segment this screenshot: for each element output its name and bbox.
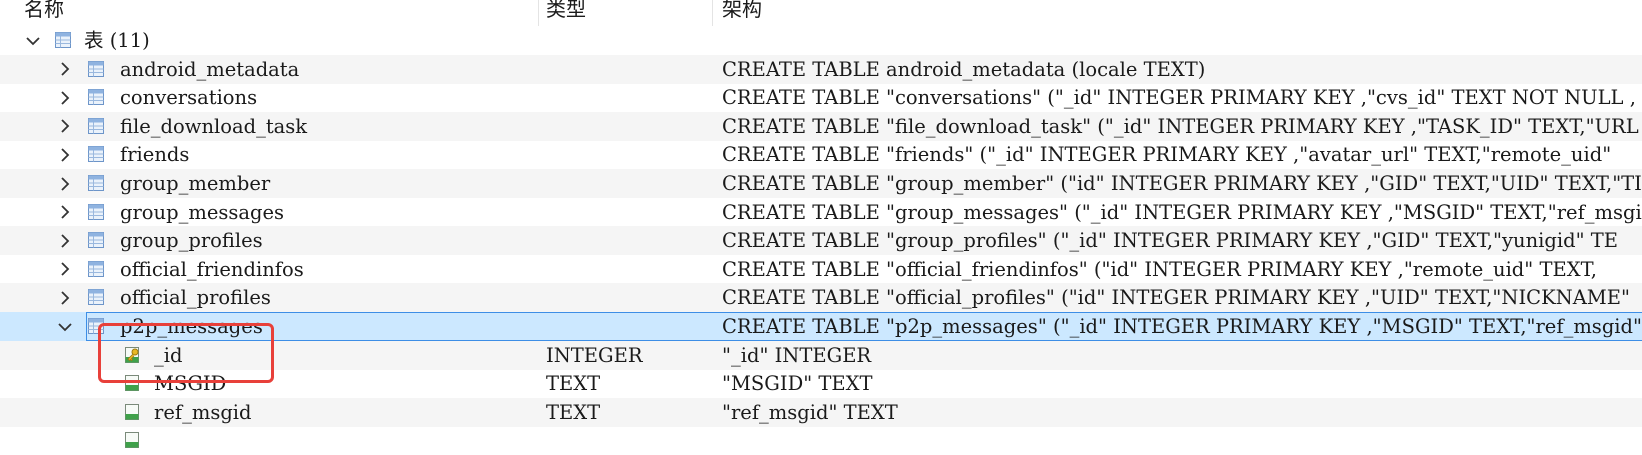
column-name: ref_msgid	[154, 400, 252, 424]
tree-table-row[interactable]: android_metadata CREATE TABLE android_met…	[0, 54, 1642, 84]
table-name: official_profiles	[120, 286, 271, 310]
column-icon	[124, 432, 140, 449]
chevron-right-icon[interactable]	[56, 283, 74, 312]
table-icon	[88, 60, 104, 77]
table-schema: CREATE TABLE "friends" ("_id" INTEGER PR…	[722, 143, 1612, 167]
tree-table-row[interactable]: file_download_task CREATE TABLE "file_dow…	[0, 111, 1642, 141]
table-schema: CREATE TABLE "conversations" ("_id" INTE…	[722, 86, 1636, 110]
table-name: group_messages	[120, 200, 285, 224]
tree-table-row[interactable]: conversations CREATE TABLE "conversations…	[0, 83, 1642, 112]
tree-table-row[interactable]: official_friendinfos CREATE TABLE "offici…	[0, 255, 1642, 284]
tree-table-row[interactable]: group_messages CREATE TABLE "group_messag…	[0, 198, 1642, 227]
table-group-icon	[55, 32, 71, 48]
table-schema: CREATE TABLE "official_friendinfos" ("id…	[722, 257, 1597, 281]
column-schema: "ref_msgid" TEXT	[722, 400, 898, 424]
table-icon	[88, 203, 104, 220]
table-schema: CREATE TABLE "p2p_messages" ("_id" INTEG…	[722, 315, 1642, 338]
chevron-down-icon[interactable]	[24, 26, 42, 55]
table-schema: CREATE TABLE "group_member" ("id" INTEGE…	[722, 172, 1642, 195]
column-header: 名称 类型 架构	[0, 0, 1642, 26]
column-resize-handle[interactable]	[712, 0, 713, 26]
table-name: group_member	[120, 172, 271, 195]
chevron-right-icon[interactable]	[56, 83, 74, 112]
tree-table-row[interactable]: friends CREATE TABLE "friends" ("_id" INT…	[0, 140, 1642, 169]
table-icon	[88, 117, 104, 134]
chevron-right-icon[interactable]	[56, 226, 74, 255]
chevron-right-icon[interactable]	[56, 198, 74, 227]
table-icon	[88, 232, 104, 249]
column-type: INTEGER	[546, 343, 643, 367]
column-icon	[124, 403, 140, 420]
table-name: file_download_task	[120, 114, 308, 138]
column-header-type[interactable]: 类型	[546, 0, 696, 23]
tree-table-row[interactable]: official_profiles CREATE TABLE "official_…	[0, 283, 1642, 313]
highlight-annotation-box	[98, 323, 274, 383]
table-name: group_profiles	[120, 229, 263, 253]
column-type	[546, 426, 706, 455]
column-schema: "MSGID" TEXT	[722, 372, 873, 396]
column-header-schema[interactable]: 架构	[722, 0, 1022, 23]
column-resize-handle[interactable]	[538, 0, 539, 26]
tree-root-label: 表 (11)	[84, 29, 150, 52]
tree-column-row[interactable]: ref_msgid TEXT "ref_msgid" TEXT	[0, 397, 1642, 427]
column-type: TEXT	[546, 400, 601, 424]
table-name: official_friendinfos	[120, 257, 304, 281]
table-schema: CREATE TABLE "official_profiles" ("id" I…	[722, 286, 1630, 310]
table-schema: CREATE TABLE "group_messages" ("_id" INT…	[722, 200, 1642, 224]
table-schema: CREATE TABLE android_metadata (locale TE…	[722, 57, 1206, 81]
tree-column-row[interactable]	[0, 426, 1642, 455]
tree-table-row[interactable]: group_member CREATE TABLE "group_member" …	[0, 169, 1642, 198]
column-name	[154, 426, 564, 455]
column-schema: "_id" INTEGER	[722, 343, 872, 367]
table-name: conversations	[120, 86, 258, 110]
chevron-right-icon[interactable]	[56, 55, 74, 84]
chevron-right-icon[interactable]	[56, 255, 74, 284]
column-header-name[interactable]: 名称	[24, 0, 504, 23]
table-icon	[88, 289, 104, 306]
chevron-right-icon[interactable]	[56, 112, 74, 141]
table-icon	[88, 175, 104, 191]
table-icon	[88, 260, 104, 277]
table-schema: CREATE TABLE "group_profiles" ("_id" INT…	[722, 229, 1618, 253]
column-type: TEXT	[546, 372, 601, 396]
chevron-right-icon[interactable]	[56, 140, 74, 169]
table-name: friends	[120, 143, 190, 167]
table-icon	[88, 89, 104, 106]
table-name: android_metadata	[120, 57, 300, 81]
table-icon	[88, 146, 104, 163]
table-schema: CREATE TABLE "file_download_task" ("_id"…	[722, 114, 1639, 138]
column-schema	[722, 426, 1642, 455]
tree-table-row[interactable]: group_profiles CREATE TABLE "group_profil…	[0, 226, 1642, 256]
chevron-right-icon[interactable]	[56, 169, 74, 198]
chevron-down-icon[interactable]	[56, 312, 74, 341]
tree-root-tables[interactable]: 表 (11)	[0, 26, 1642, 55]
